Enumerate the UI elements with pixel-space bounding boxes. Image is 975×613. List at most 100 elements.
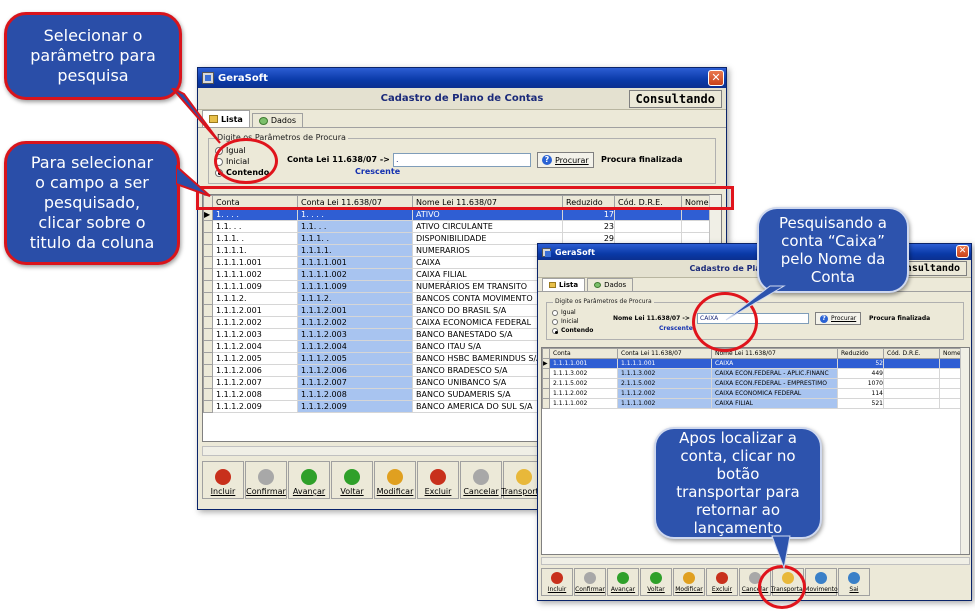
toolbar-button-excluir[interactable]: Excluir [417, 461, 459, 499]
second-toolbar: Incluir Confirmar Avançar Voltar Modificar Ex… [541, 568, 871, 596]
toolbar-button-confirmar[interactable]: Confirmar [245, 461, 287, 499]
app-icon [542, 247, 551, 257]
toolbar-button-label: Incluir [547, 586, 567, 593]
callout-transport: Apos localizar a conta, clicar no botão … [654, 427, 822, 539]
confirm-icon [258, 469, 274, 485]
table-cell: 1.1. . . [297, 220, 413, 233]
table-cell: CAIXA ECON.FEDERAL - EMPRESTIMO [711, 378, 838, 389]
table-cell: ATIVO [412, 208, 563, 221]
table-cell: 114 [837, 388, 884, 399]
search-group-label: Digite os Parâmetros de Procura [553, 298, 654, 305]
sort-order-label: Crescente [355, 167, 401, 176]
table-cell: 1.1.1.1. [297, 244, 413, 257]
question-icon: ? [542, 155, 552, 165]
callout-searching-text: Pesquisando a conta “Caixa” pelo Nome da… [779, 214, 887, 286]
table-cell: 1.1.1.1.002 [549, 398, 618, 409]
toolbar-button-label: Voltar [647, 586, 665, 593]
table-cell: 1.1.1.1.001 [617, 358, 712, 369]
grid-vertical-scrollbar[interactable] [960, 348, 969, 554]
table-cell [614, 220, 682, 233]
toolbar-button-confirmar[interactable]: Confirmar [574, 568, 606, 596]
table-cell [681, 208, 712, 221]
row-indicator [542, 398, 550, 409]
table-cell [883, 398, 940, 409]
column-header-highlight [196, 186, 734, 210]
column-header-conta[interactable]: Conta [549, 348, 618, 359]
table-cell: 1.1.1.2.007 [297, 376, 413, 389]
table-cell: CAIXA FILIAL [711, 398, 838, 409]
main-titlebar: GeraSoft ✕ [198, 68, 726, 88]
table-cell: 1.1.1.2. [297, 292, 413, 305]
toolbar-button-sai[interactable]: Sai [838, 568, 870, 596]
table-cell [883, 368, 940, 379]
column-header-conta-lei[interactable]: Conta Lei 11.638/07 [617, 348, 712, 359]
row-indicator [203, 268, 213, 281]
table-cell: 1. . . . [297, 208, 413, 221]
row-indicator [203, 220, 213, 233]
app-title: GeraSoft [555, 247, 595, 257]
table-cell: 1.1.1.2.007 [212, 376, 298, 389]
toolbar-button-modificar[interactable]: Modificar [374, 461, 416, 499]
grid-horizontal-scrollbar[interactable] [541, 557, 970, 565]
form-header: Cadastro de Plano de Contas Consultando [198, 88, 726, 110]
radio-igual[interactable]: Igual [552, 308, 593, 317]
table-cell: 23 [562, 220, 615, 233]
pencil-icon [387, 469, 403, 485]
table-cell: 1.1.1.2.002 [617, 388, 712, 399]
radio-contendo[interactable]: Contendo [552, 326, 593, 335]
table-cell: 1.1.1.1.002 [617, 398, 712, 409]
table-row[interactable]: ▶ 1. . . . 1. . . . ATIVO 17 [203, 208, 712, 221]
close-icon[interactable]: ✕ [708, 70, 724, 86]
toolbar-button-voltar[interactable]: Voltar [640, 568, 672, 596]
table-row[interactable]: 1.1.1.2.002 1.1.1.2.002 CAIXA ECONOMICA FE… [542, 388, 963, 399]
table-cell: 1.1.1.3.002 [549, 368, 618, 379]
table-row[interactable]: 1.1.1.1.002 1.1.1.1.002 CAIXA FILIAL 521 [542, 398, 963, 409]
exit-icon [848, 572, 860, 584]
table-cell: 1.1.1.1.001 [212, 256, 298, 269]
column-header-cod-dre[interactable]: Cód. D.R.E. [883, 348, 940, 359]
search-input[interactable]: . [393, 153, 531, 167]
find-button[interactable]: ? Procurar [537, 152, 594, 168]
question-icon: ? [820, 314, 828, 323]
toolbar-button-voltar[interactable]: Voltar [331, 461, 373, 499]
table-cell: 1.1.1.2.002 [212, 316, 298, 329]
sort-order-label: Crescente [659, 325, 693, 332]
toolbar-button-modificar[interactable]: Modificar [673, 568, 705, 596]
tab-dados[interactable]: Dados [251, 113, 304, 127]
toolbar-button-avanar[interactable]: Avançar [607, 568, 639, 596]
table-cell: 1.1.1.2.001 [297, 304, 413, 317]
radio-inicial[interactable]: Inicial [552, 317, 593, 326]
table-cell: 449 [837, 368, 884, 379]
table-cell: 2.1.1.5.002 [617, 378, 712, 389]
toolbar-button-label: Excluir [424, 487, 452, 496]
cancel-icon [473, 469, 489, 485]
toolbar-button-avanar[interactable]: Avançar [288, 461, 330, 499]
pencil-icon [683, 572, 695, 584]
table-cell: 1.1.1.2.003 [212, 328, 298, 341]
toolbar-button-excluir[interactable]: Excluir [706, 568, 738, 596]
close-icon[interactable]: ✕ [956, 245, 969, 258]
table-cell: 1.1.1.2.004 [297, 340, 413, 353]
include-icon [551, 572, 563, 584]
tab-lista[interactable]: Lista [542, 278, 586, 291]
table-row[interactable]: ▶ 1.1.1.1.001 1.1.1.1.001 CAIXA 52 [542, 358, 963, 369]
column-header-reduzido[interactable]: Reduzido [837, 348, 884, 359]
toolbar-button-incluir[interactable]: Incluir [541, 568, 573, 596]
table-row[interactable]: 2.1.1.5.002 2.1.1.5.002 CAIXA ECON.FEDERAL… [542, 378, 963, 389]
table-row[interactable]: 1.1. . . 1.1. . . ATIVO CIRCULANTE 23 [203, 220, 712, 233]
delete-icon [716, 572, 728, 584]
row-indicator [203, 304, 213, 317]
table-row[interactable]: 1.1.1.3.002 1.1.1.3.002 CAIXA ECON.FEDERAL… [542, 368, 963, 379]
toolbar-button-label: Modificar [675, 586, 703, 593]
toolbar-button-label: Avançar [610, 586, 636, 593]
toolbar-button-incluir[interactable]: Incluir [202, 461, 244, 499]
tab-dados-label: Dados [604, 281, 627, 289]
find-button[interactable]: ? Procurar [815, 312, 862, 325]
row-indicator: ▶ [203, 208, 213, 221]
table-cell: 1.1.1. . [212, 232, 298, 245]
toolbar-button-cancelar[interactable]: Cancelar [460, 461, 502, 499]
radio-inicial-label: Inicial [561, 318, 579, 325]
tab-dados[interactable]: Dados [587, 278, 634, 291]
row-indicator [203, 328, 213, 341]
toolbar-button-movimento[interactable]: Movimento [804, 568, 838, 596]
